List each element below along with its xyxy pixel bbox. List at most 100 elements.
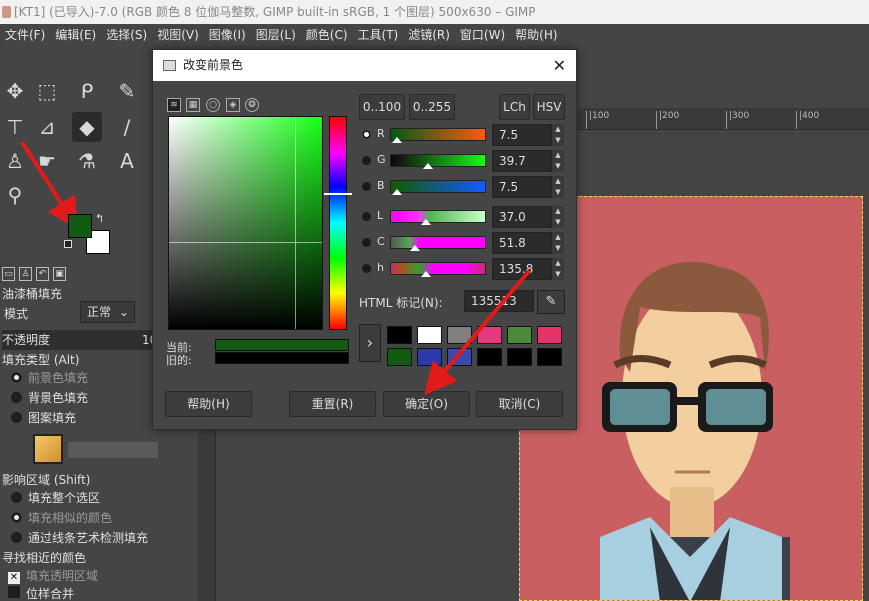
channel-value-input[interactable]: 7.5	[492, 176, 552, 198]
channel-slider[interactable]	[390, 154, 486, 167]
range-0-255-button[interactable]: 0..255	[409, 94, 455, 120]
menu-item-9[interactable]: 窗口(W)	[455, 24, 510, 46]
history-swatch[interactable]	[417, 326, 442, 344]
menu-item-3[interactable]: 视图(V)	[152, 24, 204, 46]
channel-spin-button[interactable]: ▲ ▼	[552, 232, 564, 254]
help-button[interactable]: 帮助(H)	[165, 391, 252, 417]
hsv-button[interactable]: HSV	[533, 94, 565, 120]
transform-tool-icon[interactable]: ⊤	[0, 112, 30, 142]
saturation-value-square[interactable]	[168, 116, 323, 330]
channel-slider[interactable]	[390, 128, 486, 141]
channel-slider[interactable]	[390, 210, 486, 223]
radio-fill-fg[interactable]: 前景色填充	[0, 368, 88, 388]
menu-item-4[interactable]: 图像(I)	[204, 24, 251, 46]
menu-item-5[interactable]: 图层(L)	[251, 24, 301, 46]
fuzzy-select-tool-icon[interactable]: ✎	[112, 76, 142, 106]
add-to-history-button[interactable]: ›	[359, 324, 381, 362]
history-swatch[interactable]	[537, 326, 562, 344]
lch-button[interactable]: LCh	[499, 94, 530, 120]
mode-dropdown[interactable]: 正常 ⌄	[80, 301, 135, 323]
radio-fill-bg[interactable]: 背景色填充	[0, 388, 88, 408]
channel-value-input[interactable]: 37.0	[492, 206, 552, 228]
foreground-color-swatch[interactable]	[68, 214, 92, 238]
swap-colors-icon[interactable]: ↰	[95, 212, 104, 225]
channel-radio[interactable]	[362, 182, 371, 191]
vertical-ruler[interactable]	[198, 430, 216, 601]
paintbrush-tool-icon[interactable]: ∕	[112, 112, 142, 142]
channel-spin-button[interactable]: ▲ ▼	[552, 258, 564, 280]
channel-slider-marker[interactable]	[420, 219, 431, 225]
triangle-selector-icon[interactable]: ◈	[226, 98, 240, 112]
channel-radio[interactable]	[362, 130, 371, 139]
bucket-fill-tool-icon[interactable]: ◆	[72, 112, 102, 142]
menu-item-6[interactable]: 颜色(C)	[301, 24, 353, 46]
pattern-swatch[interactable]	[33, 434, 63, 464]
menu-item-1[interactable]: 编辑(E)	[50, 24, 101, 46]
checkbox-fill-transparent[interactable]: ✕ 填充透明区域	[8, 566, 98, 586]
zoom-tool-icon[interactable]: ⚲	[0, 180, 30, 210]
channel-value-input[interactable]: 7.5	[492, 124, 552, 146]
warp-tool-icon[interactable]: ⊿	[32, 112, 62, 142]
tab-tool-options-icon[interactable]: ▭	[2, 267, 15, 281]
history-swatch[interactable]	[387, 326, 412, 344]
watercolor-selector-icon[interactable]: ○	[206, 98, 220, 112]
clone-tool-icon[interactable]: ♙	[0, 146, 30, 176]
channel-radio[interactable]	[362, 212, 371, 221]
color-picker-button[interactable]: ✎	[537, 290, 565, 314]
html-notation-input[interactable]: 135513	[464, 290, 534, 312]
channel-radio[interactable]	[362, 238, 371, 247]
menu-item-7[interactable]: 工具(T)	[353, 24, 404, 46]
hue-marker[interactable]	[324, 193, 352, 195]
close-icon[interactable]: ✕	[553, 50, 566, 81]
menu-item-10[interactable]: 帮助(H)	[510, 24, 562, 46]
channel-spin-button[interactable]: ▲ ▼	[552, 124, 564, 146]
history-swatch[interactable]	[537, 348, 562, 366]
channel-value-input[interactable]: 135.8	[492, 258, 552, 280]
menu-item-0[interactable]: 文件(F)	[0, 24, 50, 46]
radio-fill-pattern[interactable]: 图案填充	[0, 408, 76, 428]
history-swatch[interactable]	[447, 326, 472, 344]
text-tool-icon[interactable]: A	[112, 146, 142, 176]
ok-button[interactable]: 确定(O)	[383, 391, 470, 417]
radio-fill-line-art[interactable]: 通过线条艺术检测填充	[0, 528, 148, 548]
horizontal-ruler[interactable]: |100 |200 |300 |400	[578, 108, 869, 130]
radio-fill-selection[interactable]: 填充整个选区	[0, 488, 100, 508]
channel-slider-marker[interactable]	[392, 137, 403, 143]
tab-device-icon[interactable]: ♙	[19, 267, 32, 281]
cancel-button[interactable]: 取消(C)	[476, 391, 563, 417]
history-swatch[interactable]	[507, 348, 532, 366]
channel-slider[interactable]	[390, 236, 486, 249]
tab-undo-icon[interactable]: ↶	[36, 267, 49, 281]
default-colors-icon[interactable]	[64, 240, 72, 248]
radio-fill-similar[interactable]: 填充相似的颜色	[0, 508, 112, 528]
history-swatch[interactable]	[417, 348, 442, 366]
move-tool-icon[interactable]: ✥	[0, 76, 30, 106]
channel-spin-button[interactable]: ▲ ▼	[552, 206, 564, 228]
history-swatch[interactable]	[477, 348, 502, 366]
channel-value-input[interactable]: 51.8	[492, 232, 552, 254]
history-swatch[interactable]	[507, 326, 532, 344]
reset-button[interactable]: 重置(R)	[289, 391, 376, 417]
lasso-tool-icon[interactable]: ᑭ	[72, 76, 102, 106]
channel-slider[interactable]	[390, 180, 486, 193]
channel-slider-marker[interactable]	[392, 189, 403, 195]
channel-slider[interactable]	[390, 262, 486, 275]
channel-spin-button[interactable]: ▲ ▼	[552, 150, 564, 172]
channel-value-input[interactable]: 39.7	[492, 150, 552, 172]
cmyk-selector-icon[interactable]: ▦	[186, 98, 200, 112]
history-swatch[interactable]	[477, 326, 502, 344]
history-swatch[interactable]	[447, 348, 472, 366]
rect-select-tool-icon[interactable]: ⬚	[32, 76, 62, 106]
checkbox-sample-merged[interactable]: 位样合并	[8, 584, 74, 601]
color-picker-tool-icon[interactable]: ⚗	[72, 146, 102, 176]
color-scales-selector-icon[interactable]: ≋	[167, 98, 181, 112]
channel-radio[interactable]	[362, 264, 371, 273]
menu-item-2[interactable]: 选择(S)	[101, 24, 152, 46]
channel-spin-button[interactable]: ▲ ▼	[552, 176, 564, 198]
smudge-tool-icon[interactable]: ☛	[32, 146, 62, 176]
channel-slider-marker[interactable]	[423, 163, 434, 169]
channel-slider-marker[interactable]	[421, 271, 432, 277]
channel-slider-marker[interactable]	[409, 245, 420, 251]
tab-images-icon[interactable]: ▣	[53, 267, 66, 281]
wheel-selector-icon[interactable]: ❂	[245, 98, 259, 112]
